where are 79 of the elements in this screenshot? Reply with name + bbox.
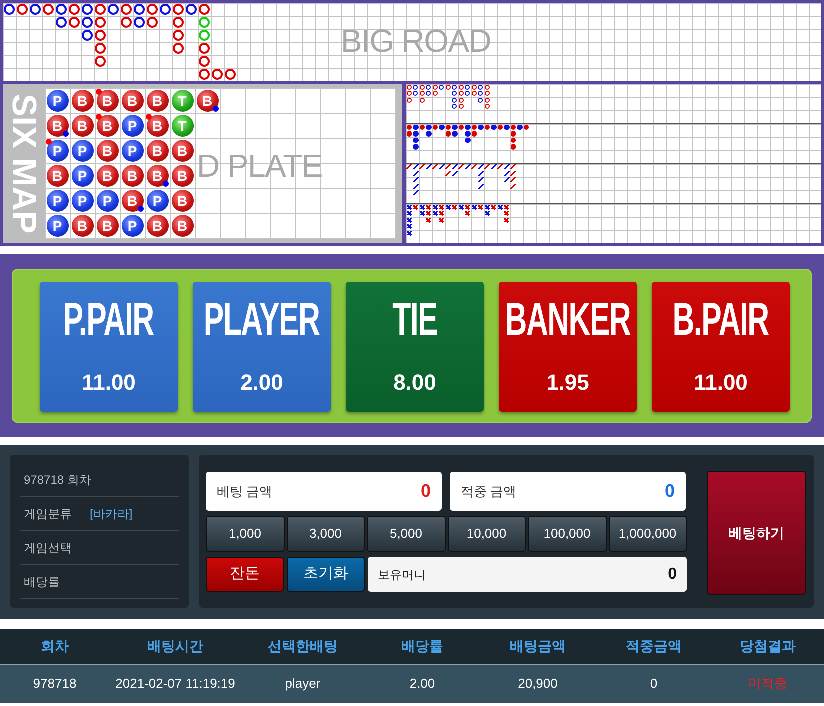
bead: P	[72, 164, 94, 186]
bead: B	[172, 214, 194, 236]
bead: B	[172, 140, 194, 162]
bead: B	[46, 164, 68, 186]
watermark-text: D PLATE	[197, 150, 322, 182]
bead: B	[46, 114, 68, 136]
info-label: 978718 회차	[24, 472, 92, 488]
bet-option-card[interactable]: P.PAIR 11.00	[40, 282, 178, 412]
bet-option-card[interactable]: B.PAIR 11.00	[652, 282, 790, 412]
chip-button[interactable]: 1,000,000	[608, 516, 687, 552]
bead: B	[72, 90, 94, 112]
bead: P	[46, 140, 68, 162]
bead: B	[172, 164, 194, 186]
column-header: 선택한배팅	[267, 637, 339, 656]
table-cell-text: 20,900	[517, 675, 559, 694]
watermark-text: BIG ROAD	[341, 25, 492, 57]
bead: B	[172, 190, 194, 212]
field-value: 0	[664, 480, 675, 503]
bead: B	[72, 214, 94, 236]
bead: P	[46, 90, 68, 112]
chip-button[interactable]: 5,000	[367, 516, 446, 552]
bead: B	[146, 140, 168, 162]
field-label: 베팅 금액	[217, 482, 273, 501]
bead: B	[146, 214, 168, 236]
column-header: 적중금액	[625, 637, 683, 656]
bead: B	[122, 164, 144, 186]
bead: T	[172, 90, 194, 112]
chip-button[interactable]: 100,000	[528, 516, 606, 552]
change-button[interactable]: 잔돈	[206, 557, 284, 592]
column-header: 당첨결과	[739, 637, 797, 656]
bead: B	[146, 164, 168, 186]
table-cell-text: 2021-02-07 11:19:19	[114, 675, 236, 694]
table-cell-text: 978718	[32, 675, 78, 694]
bet-submit-button[interactable]: 베팅하기	[707, 471, 806, 595]
bead: P	[96, 190, 118, 212]
bead: B	[146, 90, 168, 112]
bead: P	[46, 214, 68, 236]
six-map-title: SIX MAP	[7, 94, 41, 234]
field-label: 보유머니	[378, 566, 426, 584]
bead: B	[122, 190, 144, 212]
bead: B	[96, 164, 118, 186]
bead: P	[72, 190, 94, 212]
bead: T	[172, 114, 194, 136]
bead: B	[72, 114, 94, 136]
info-value: [바카라]	[90, 506, 133, 522]
chip-button[interactable]: 3,000	[286, 516, 365, 552]
bead: P	[122, 214, 144, 236]
info-label: 게임분류	[24, 506, 72, 522]
bead: P	[72, 140, 94, 162]
info-label: 배당률	[24, 574, 60, 590]
column-header: 배팅금액	[509, 637, 567, 656]
chip-button[interactable]: 1,000	[206, 516, 284, 552]
column-header: 배당률	[400, 637, 444, 656]
table-cell-text: player	[284, 675, 322, 694]
bet-option-card[interactable]: PLAYER 2.00	[193, 282, 331, 412]
field-value: 0	[420, 480, 431, 503]
bead: B	[96, 114, 118, 136]
field-value: 0	[668, 564, 677, 584]
reset-button[interactable]: 초기화	[287, 557, 365, 592]
bead: P	[122, 140, 144, 162]
table-cell-text: 0	[649, 675, 659, 694]
column-header: 회차	[40, 637, 70, 656]
bead: B	[146, 114, 168, 136]
table-cell-text: 2.00	[408, 675, 436, 694]
bead: B	[96, 140, 118, 162]
bead: B	[96, 214, 118, 236]
bead: B	[96, 90, 118, 112]
bead: B	[196, 90, 218, 112]
bead: B	[122, 90, 144, 112]
bet-option-card[interactable]: BANKER 1.95	[499, 282, 637, 412]
info-label: 게임선택	[24, 540, 72, 556]
bead: P	[122, 114, 144, 136]
column-header: 배팅시간	[146, 637, 204, 656]
chip-button[interactable]: 10,000	[448, 516, 526, 552]
field-label: 적중 금액	[461, 482, 517, 501]
bead: P	[46, 190, 68, 212]
bead: P	[146, 190, 168, 212]
bet-option-card[interactable]: TIE 8.00	[346, 282, 484, 412]
table-cell-text: 미적중	[748, 675, 788, 694]
